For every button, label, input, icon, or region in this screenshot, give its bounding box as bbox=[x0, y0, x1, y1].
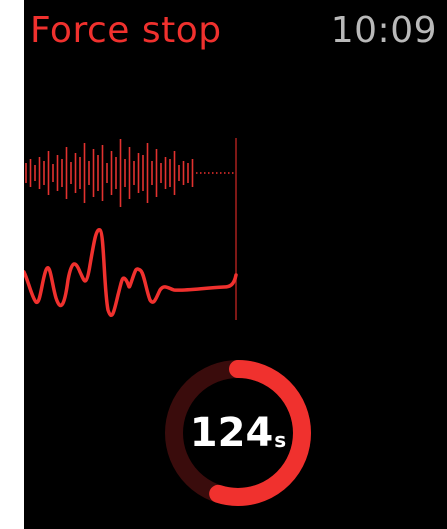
status-time: 10:09 bbox=[330, 10, 437, 51]
watch-screen: Force stop 10:09 124 s bbox=[24, 0, 447, 529]
audio-waveform bbox=[25, 139, 194, 207]
sensor-visualization bbox=[24, 138, 238, 320]
page-title: Force stop bbox=[30, 10, 222, 51]
countdown-unit: s bbox=[274, 428, 287, 452]
countdown-number: 124 bbox=[189, 410, 274, 456]
screen-border bbox=[0, 0, 24, 529]
countdown-value: 124 s bbox=[160, 355, 316, 511]
motion-waveform bbox=[24, 228, 238, 317]
countdown-ring: 124 s bbox=[160, 355, 316, 511]
